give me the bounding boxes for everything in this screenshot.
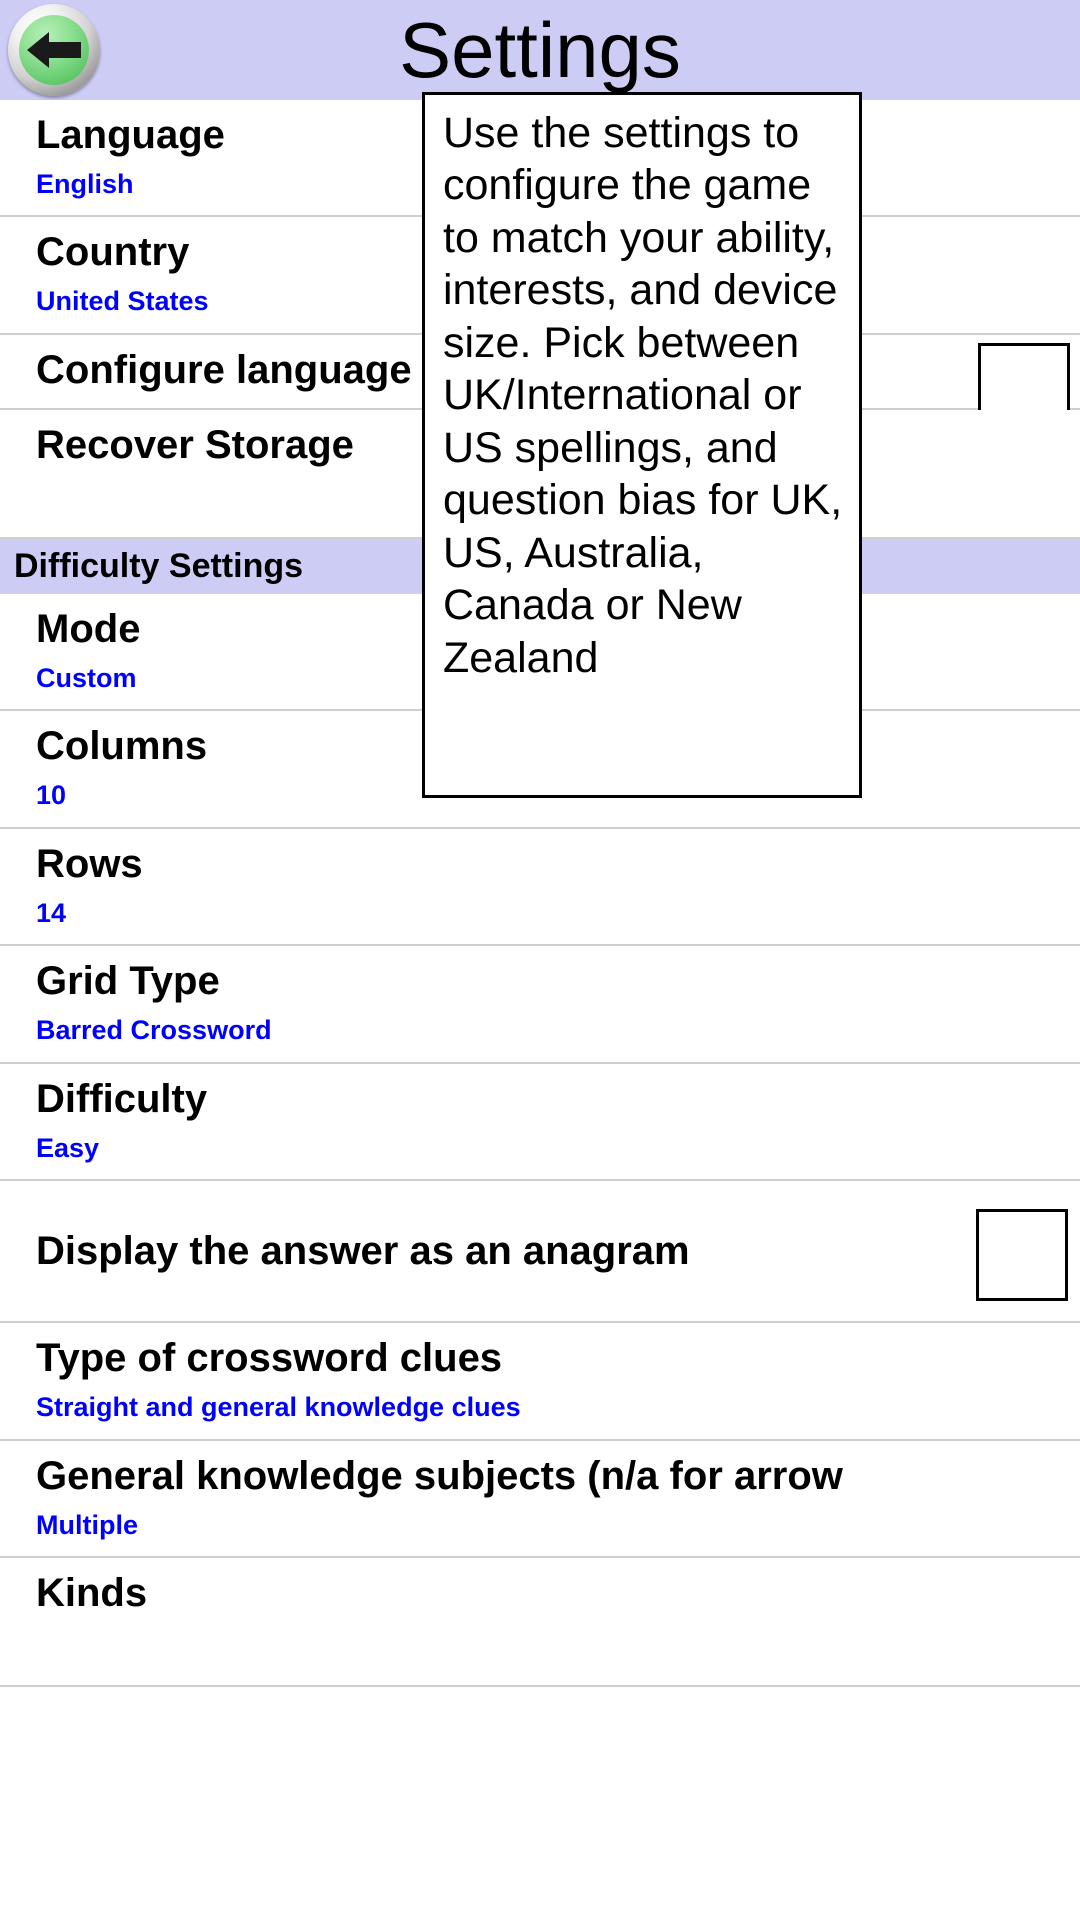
row-texts: Display the answer as an anagram xyxy=(36,1230,976,1273)
setting-row-general-knowledge-subjects[interactable]: General knowledge subjects (n/a for arro… xyxy=(0,1440,1080,1559)
row-texts: Grid Type Barred Crossword xyxy=(36,960,1080,1045)
setting-value-rows: 14 xyxy=(36,897,67,928)
back-button-inner xyxy=(19,15,89,85)
setting-title-type-of-crossword-clues: Type of crossword clues xyxy=(36,1336,503,1381)
setting-row-grid-type[interactable]: Grid Type Barred Crossword xyxy=(0,946,1080,1064)
row-texts: General knowledge subjects (n/a for arro… xyxy=(36,1455,1080,1540)
setting-value-general-knowledge-subjects: Multiple xyxy=(36,1509,138,1540)
setting-row-type-of-crossword-clues[interactable]: Type of crossword clues Straight and gen… xyxy=(0,1323,1080,1441)
setting-title-rows: Rows xyxy=(36,841,143,886)
setting-value-grid-type: Barred Crossword xyxy=(36,1015,272,1046)
page-title: Settings xyxy=(399,6,681,94)
row-texts: Rows 14 xyxy=(36,843,1080,928)
setting-title-general-knowledge-subjects: General knowledge subjects (n/a for arro… xyxy=(36,1453,843,1498)
setting-title-display-anagram: Display the answer as an anagram xyxy=(36,1228,690,1273)
info-tooltip[interactable]: Use the settings to configure the game t… xyxy=(422,92,862,798)
setting-row-difficulty[interactable]: Difficulty Easy xyxy=(0,1063,1080,1182)
setting-title-difficulty: Difficulty xyxy=(36,1076,208,1121)
setting-row-display-anagram[interactable]: Display the answer as an anagram xyxy=(0,1181,1080,1324)
setting-checkbox-display-anagram[interactable] xyxy=(976,1209,1068,1302)
row-texts: Kinds xyxy=(36,1572,1080,1615)
back-button[interactable] xyxy=(8,4,100,96)
setting-row-kinds[interactable]: Kinds xyxy=(0,1558,1080,1688)
setting-title-grid-type: Grid Type xyxy=(36,959,220,1004)
back-arrow-icon xyxy=(27,30,81,70)
setting-value-difficulty: Easy xyxy=(36,1132,100,1163)
info-tooltip-text: Use the settings to configure the game t… xyxy=(443,109,843,682)
row-texts: Difficulty Easy xyxy=(36,1078,1080,1163)
setting-value-type-of-crossword-clues: Straight and general knowledge clues xyxy=(36,1392,521,1423)
setting-row-rows[interactable]: Rows 14 xyxy=(0,828,1080,947)
setting-title-kinds: Kinds xyxy=(36,1571,148,1616)
row-texts: Type of crossword clues Straight and gen… xyxy=(36,1337,1080,1422)
title-bar: Settings xyxy=(0,0,1080,100)
